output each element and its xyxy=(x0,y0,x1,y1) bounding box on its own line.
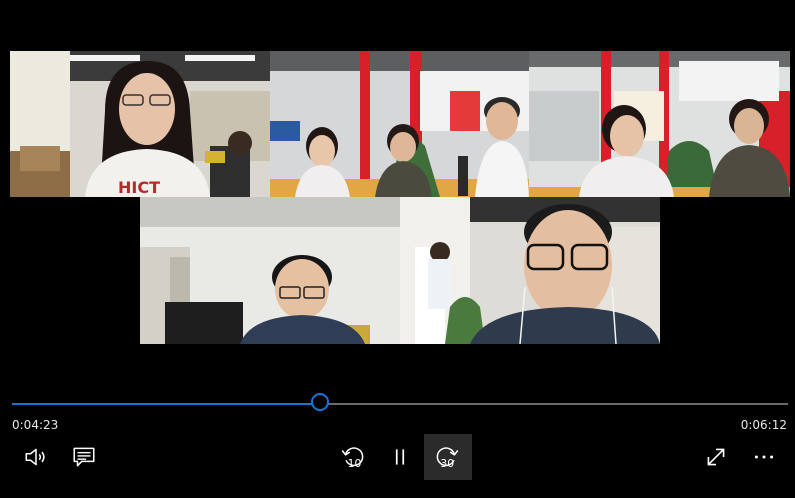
video-tile-participant-2 xyxy=(270,51,529,197)
captions-icon xyxy=(73,447,95,467)
pause-icon xyxy=(395,449,405,465)
video-frame[interactable]: HICT xyxy=(0,0,795,390)
video-tile-participant-4 xyxy=(140,197,400,344)
seek-thumb[interactable] xyxy=(311,393,330,411)
shirt-text: HICT xyxy=(118,178,160,197)
skip-forward-button[interactable]: 30 xyxy=(424,434,472,480)
video-tile-participant-1: HICT xyxy=(10,51,270,197)
volume-icon xyxy=(25,448,45,466)
current-time: 0:04:23 xyxy=(12,418,59,432)
seek-bar[interactable] xyxy=(12,393,788,411)
skip-forward-30-icon: 30 xyxy=(436,447,459,470)
skip-back-seconds: 10 xyxy=(348,457,362,470)
total-duration: 0:06:12 xyxy=(740,418,787,432)
fullscreen-icon xyxy=(707,448,725,466)
video-tile-participant-5 xyxy=(400,197,660,344)
video-tile-participant-3 xyxy=(529,51,790,197)
seek-progress-fill xyxy=(12,403,323,405)
more-options-button[interactable] xyxy=(740,434,788,480)
volume-button[interactable] xyxy=(12,434,60,480)
fullscreen-button[interactable] xyxy=(692,434,740,480)
pause-button[interactable] xyxy=(376,434,424,480)
skip-back-button[interactable]: 10 xyxy=(328,434,376,480)
captions-button[interactable] xyxy=(60,434,108,480)
skip-forward-seconds: 30 xyxy=(440,457,454,470)
skip-back-10-icon: 10 xyxy=(341,447,364,470)
more-icon xyxy=(754,455,774,459)
